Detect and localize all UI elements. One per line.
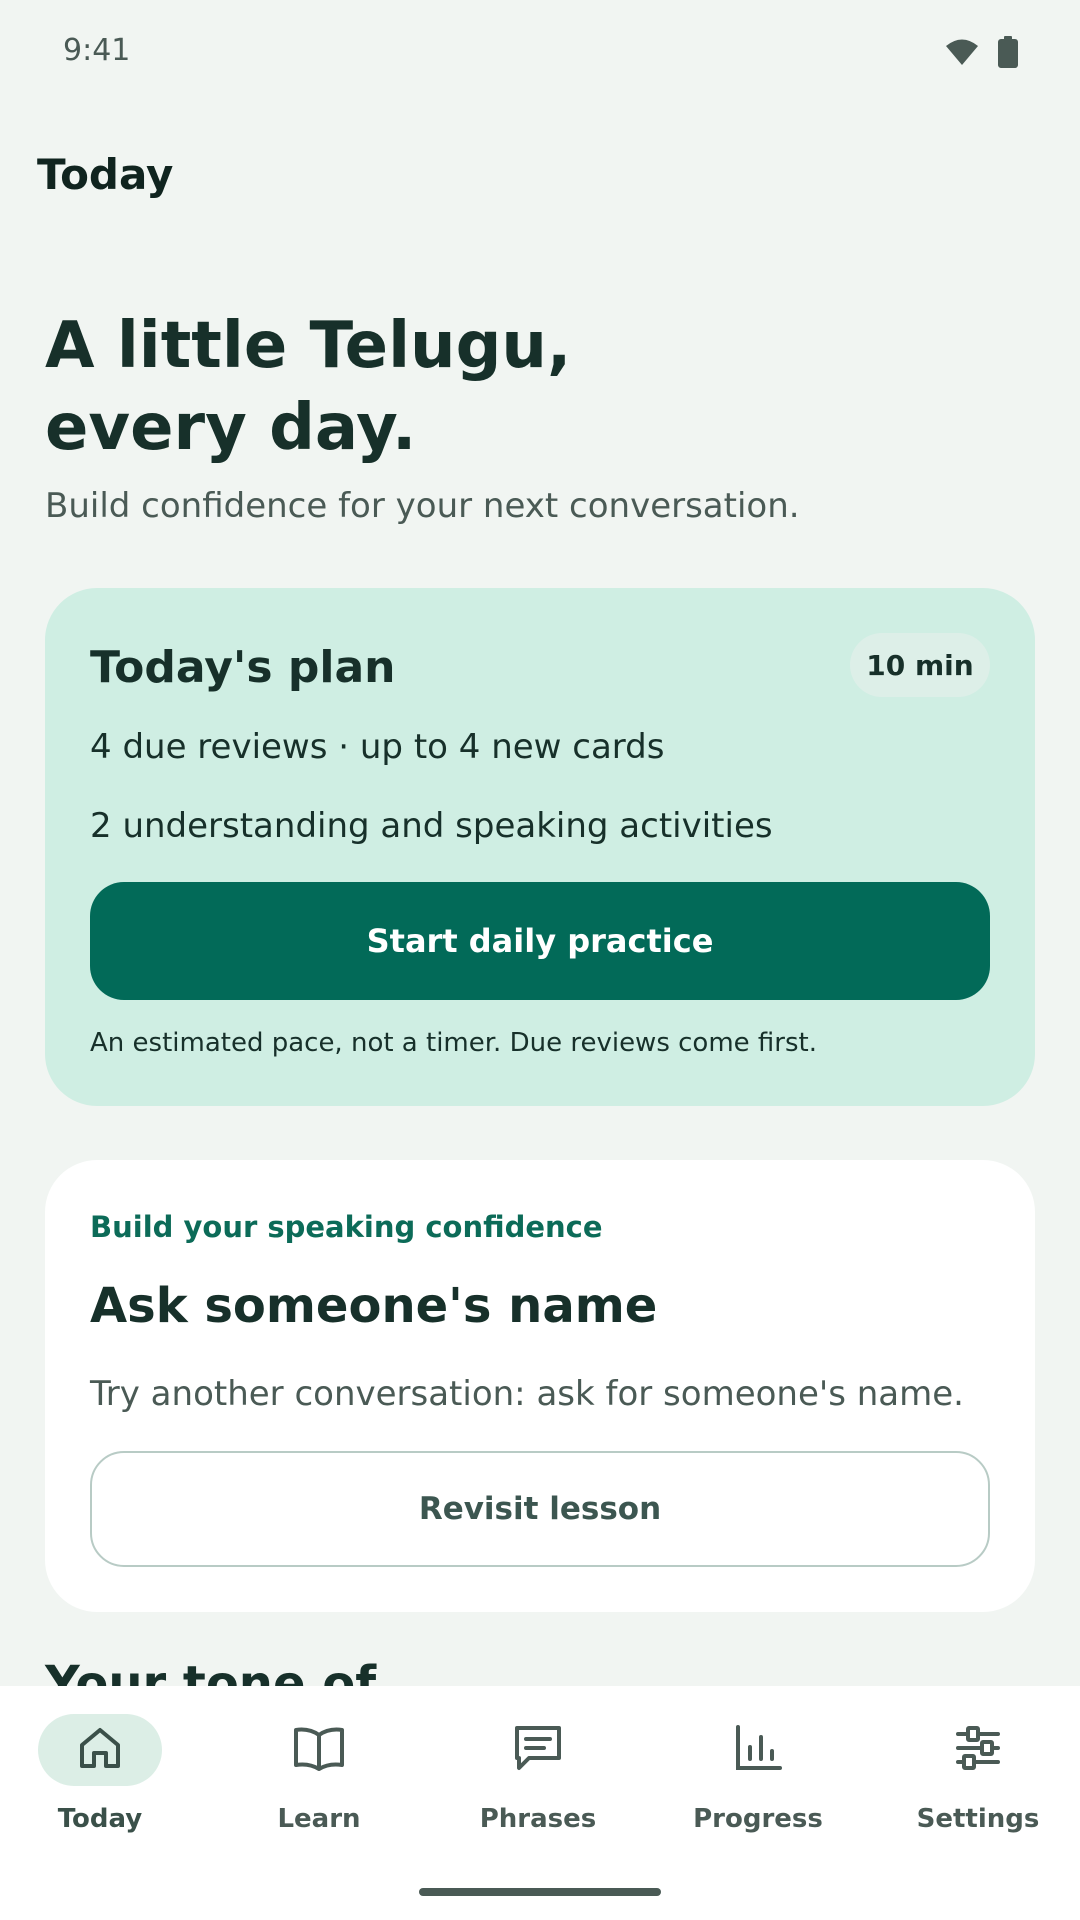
lesson-card: Build your speaking confidence Ask someo… xyxy=(45,1160,1035,1612)
lesson-title: Ask someone's name xyxy=(90,1278,658,1334)
hero-subtitle: Build confidence for your next conversat… xyxy=(45,486,800,526)
nav-icon-pill xyxy=(696,1714,820,1786)
home-icon xyxy=(77,1725,123,1775)
hero-title: A little Telugu, every day. xyxy=(45,305,945,469)
plan-reviews-summary: 4 due reviews · up to 4 new cards xyxy=(90,727,665,767)
book-icon xyxy=(293,1725,345,1775)
todays-plan-card: Today's plan 10 min 4 due reviews · up t… xyxy=(45,588,1035,1106)
lesson-eyebrow: Build your speaking confidence xyxy=(90,1210,603,1244)
nav-icon-pill xyxy=(38,1714,162,1786)
nav-label: Today xyxy=(57,1804,143,1834)
plan-title: Today's plan xyxy=(90,642,396,693)
nav-item-phrases[interactable]: Phrases xyxy=(438,1714,638,1854)
nav-item-learn[interactable]: Learn xyxy=(219,1714,419,1854)
revisit-lesson-button[interactable]: Revisit lesson xyxy=(90,1451,990,1567)
nav-label: Learn xyxy=(277,1804,361,1834)
status-icons xyxy=(944,36,1018,72)
lesson-description: Try another conversation: ask for someon… xyxy=(90,1374,964,1414)
nav-item-progress[interactable]: Progress xyxy=(658,1714,858,1854)
hero-title-line-1: A little Telugu, xyxy=(45,309,572,383)
bottom-nav: Today Learn Phrases Progress Settings xyxy=(0,1686,1080,1920)
duration-badge: 10 min xyxy=(850,633,990,697)
nav-icon-pill xyxy=(476,1714,600,1786)
status-time: 9:41 xyxy=(63,33,131,68)
start-daily-practice-button[interactable]: Start daily practice xyxy=(90,882,990,1000)
hero-title-line-2: every day. xyxy=(45,391,417,465)
nav-item-today[interactable]: Today xyxy=(0,1714,200,1854)
plan-note: An estimated pace, not a timer. Due revi… xyxy=(90,1028,817,1058)
home-indicator[interactable] xyxy=(419,1888,661,1896)
bar-chart-icon xyxy=(734,1725,782,1775)
nav-label: Phrases xyxy=(479,1804,597,1834)
plan-activities-summary: 2 understanding and speaking activities xyxy=(90,806,773,846)
nav-item-settings[interactable]: Settings xyxy=(878,1714,1078,1854)
status-bar: 9:41 xyxy=(0,0,1080,104)
nav-label: Settings xyxy=(916,1804,1040,1834)
chat-icon xyxy=(513,1724,563,1776)
nav-icon-pill xyxy=(916,1714,1040,1786)
battery-icon xyxy=(998,36,1018,72)
sliders-icon xyxy=(954,1724,1002,1776)
page-title: Today xyxy=(37,150,174,199)
nav-label: Progress xyxy=(693,1804,823,1834)
nav-icon-pill xyxy=(257,1714,381,1786)
wifi-icon xyxy=(944,37,980,71)
